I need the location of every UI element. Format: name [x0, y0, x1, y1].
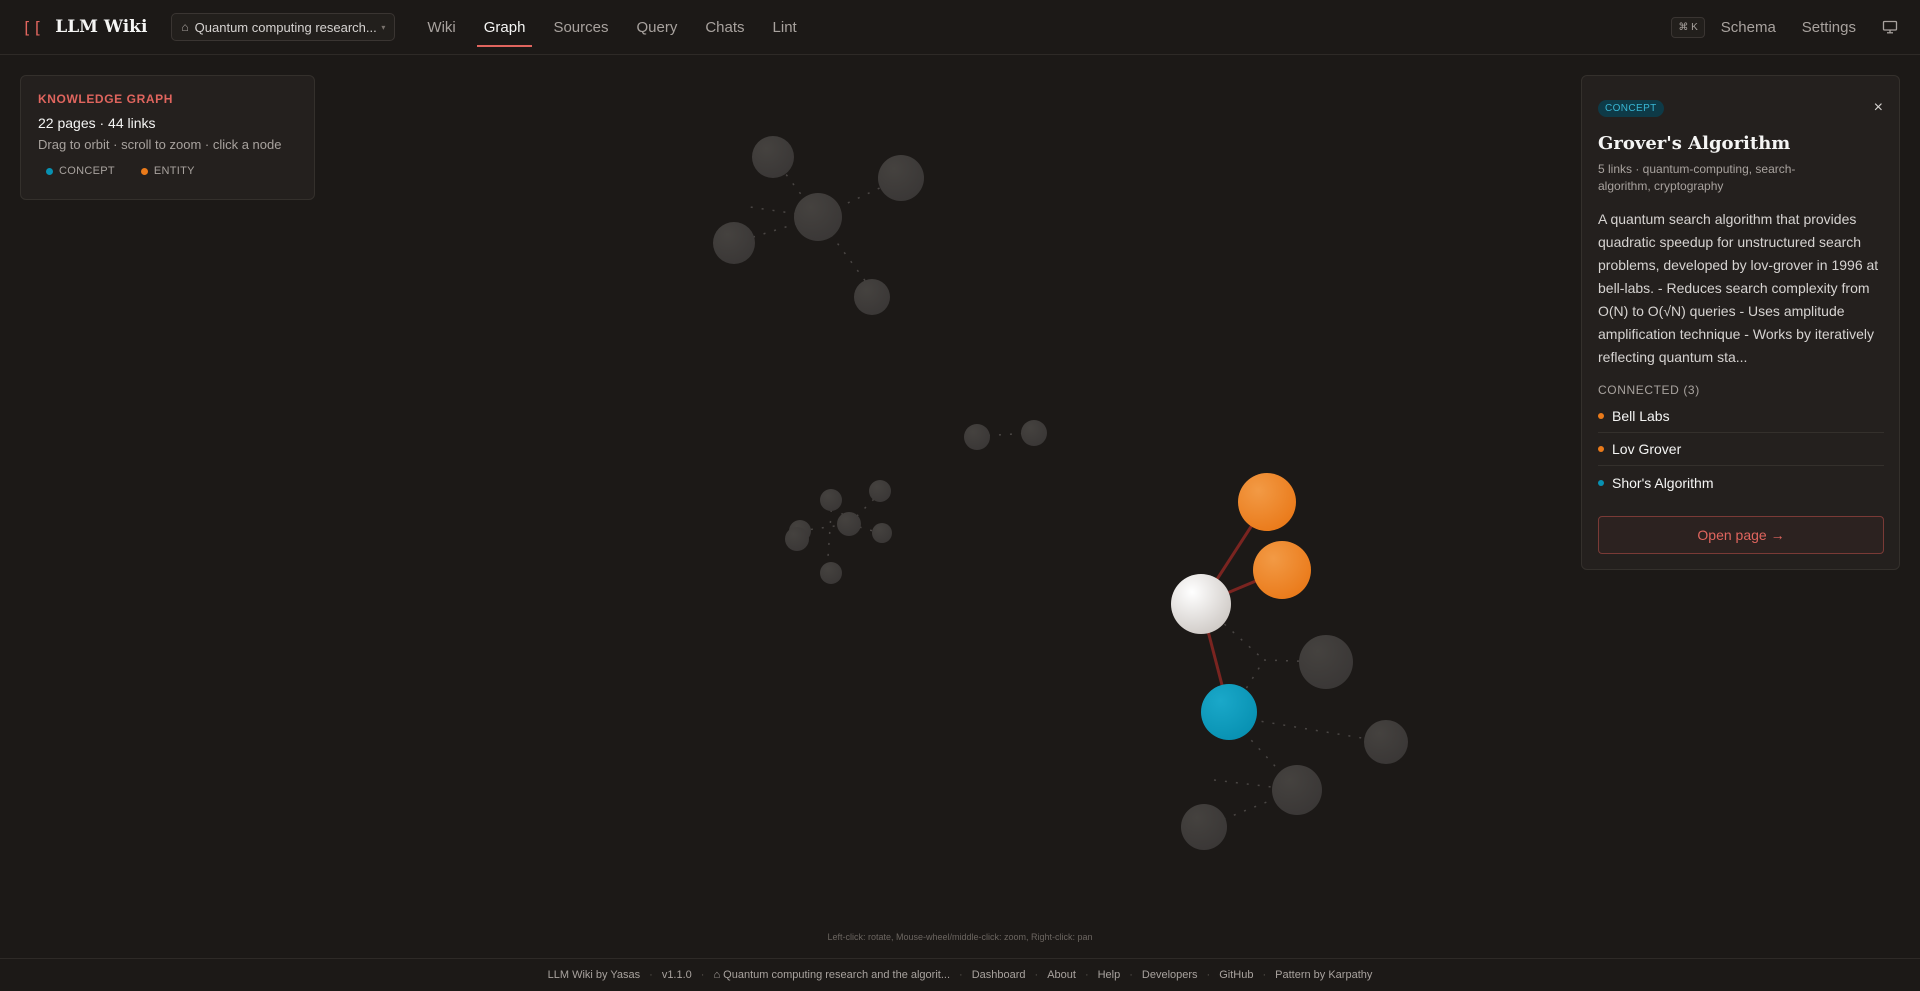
open-page-button[interactable]: Open page → — [1598, 516, 1884, 554]
node-summary: A quantum search algorithm that provides… — [1598, 211, 1879, 365]
footer-developers-link[interactable]: Developers — [1142, 969, 1198, 981]
footer: LLM Wiki by Yasas · v1.1.0 · ⌂ Quantum com… — [0, 958, 1920, 991]
monitor-icon[interactable] — [1882, 20, 1898, 34]
command-palette-shortcut[interactable]: ⌘ K — [1671, 16, 1705, 38]
footer-separator: · — [1034, 969, 1039, 981]
concept-dot-icon — [46, 167, 53, 175]
project-selector[interactable]: ⌂ Quantum computing research... ▾ — [171, 13, 396, 41]
schema-link[interactable]: Schema — [1721, 19, 1776, 36]
graph-node[interactable] — [872, 523, 892, 543]
legend-concept: CONCEPT — [46, 165, 115, 177]
legend-label: ENTITY — [153, 165, 195, 177]
graph-node[interactable] — [837, 512, 861, 536]
graph-node[interactable] — [794, 193, 842, 241]
footer-separator: · — [1206, 969, 1211, 981]
home-icon: ⌂ — [181, 20, 189, 34]
footer-karpathy-link[interactable]: Pattern by Karpathy — [1275, 969, 1372, 981]
footer-dashboard-link[interactable]: Dashboard — [972, 969, 1026, 981]
footer-help-link[interactable]: Help — [1098, 969, 1121, 981]
connected-header: CONNECTED (3) — [1598, 383, 1700, 397]
nav-query[interactable]: Query — [622, 0, 691, 55]
project-name: Quantum computing research... — [194, 19, 377, 35]
footer-about-link[interactable]: About — [1047, 969, 1076, 981]
graph-node[interactable] — [1021, 420, 1047, 446]
graph-node[interactable] — [878, 155, 924, 201]
close-icon[interactable]: × — [1874, 99, 1883, 117]
graph-node[interactable] — [1272, 765, 1322, 815]
graph-node[interactable] — [854, 279, 890, 315]
connected-item[interactable]: Shor's Algorithm — [1598, 466, 1884, 499]
node-meta: 5 links · quantum-computing, search-algo… — [1598, 162, 1796, 193]
nav-lint[interactable]: Lint — [759, 0, 811, 55]
connected-label: Shor's Algorithm — [1612, 474, 1714, 491]
graph-node[interactable] — [785, 527, 809, 551]
controls-hint: Left-click: rotate, Mouse-wheel/middle-c… — [827, 932, 1093, 942]
footer-separator: · — [1084, 969, 1089, 981]
footer-separator: · — [959, 969, 963, 981]
graph-node-shors-algorithm[interactable] — [1201, 684, 1257, 740]
graph-node[interactable] — [1299, 635, 1353, 689]
graph-node[interactable] — [820, 562, 842, 584]
connected-label: Lov Grover — [1612, 441, 1682, 457]
node-title: Grover's Algorithm — [1598, 133, 1791, 154]
card-title: KNOWLEDGE GRAPH — [38, 92, 173, 106]
concept-dot-icon — [1598, 479, 1604, 486]
type-badge: CONCEPT — [1598, 100, 1664, 117]
footer-separator: · — [1262, 969, 1267, 981]
connected-list: Bell Labs Lov Grover Shor's Algorithm — [1598, 400, 1884, 499]
graph-node[interactable] — [713, 222, 755, 264]
node-detail-panel: CONCEPT × Grover's Algorithm 5 links · q… — [1581, 75, 1900, 570]
app-title: LLM Wiki — [55, 17, 148, 37]
footer-github-link[interactable]: GitHub — [1219, 969, 1253, 981]
nav-sources[interactable]: Sources — [539, 0, 622, 55]
entity-dot-icon — [1598, 446, 1604, 452]
connected-item[interactable]: Bell Labs — [1598, 400, 1884, 433]
graph-node[interactable] — [1364, 720, 1408, 764]
graph-node-selected[interactable] — [1171, 574, 1231, 634]
footer-version: v1.1.0 — [661, 969, 692, 981]
graph-node[interactable] — [1181, 804, 1227, 850]
knowledge-graph-card: KNOWLEDGE GRAPH 22 pages · 44 links Drag… — [20, 75, 315, 200]
entity-dot-icon — [140, 167, 148, 175]
entity-dot-icon — [1598, 413, 1604, 419]
app-logo[interactable]: [[ LLM Wiki — [22, 17, 147, 37]
connected-item[interactable]: Lov Grover — [1598, 433, 1884, 466]
legend-entity: ENTITY — [140, 165, 195, 177]
nav-wiki[interactable]: Wiki — [413, 0, 469, 55]
footer-credit[interactable]: LLM Wiki by Yasas — [548, 969, 641, 981]
footer-separator: · — [700, 969, 705, 981]
connected-label: Bell Labs — [1612, 408, 1670, 424]
graph-node[interactable] — [820, 489, 842, 511]
graph-hint: Drag to orbit · scroll to zoom · click a… — [38, 137, 282, 152]
legend-label: CONCEPT — [59, 165, 115, 177]
legend: CONCEPT ENTITY — [38, 165, 297, 177]
graph-node-lov-grover[interactable] — [1253, 541, 1311, 599]
graph-stats: 22 pages · 44 links — [38, 115, 156, 131]
footer-project[interactable]: ⌂ Quantum computing research and the alg… — [713, 969, 950, 981]
top-bar: [[ LLM Wiki ⌂ Quantum computing research… — [0, 0, 1920, 55]
chevron-down-icon: ▾ — [381, 22, 386, 32]
header-actions: ⌘ K Schema Settings — [1671, 16, 1898, 38]
nav-graph[interactable]: Graph — [470, 0, 540, 55]
graph-node[interactable] — [752, 136, 794, 178]
nav-chats[interactable]: Chats — [691, 0, 758, 55]
logo-mark: [[ — [22, 17, 44, 37]
graph-node-bell-labs[interactable] — [1238, 473, 1296, 531]
graph-node[interactable] — [869, 480, 891, 502]
footer-separator: · — [1129, 969, 1133, 981]
main-nav: Wiki Graph Sources Query Chats Lint — [413, 0, 810, 55]
settings-link[interactable]: Settings — [1802, 19, 1856, 36]
footer-separator: · — [649, 969, 653, 981]
graph-node[interactable] — [964, 424, 990, 450]
